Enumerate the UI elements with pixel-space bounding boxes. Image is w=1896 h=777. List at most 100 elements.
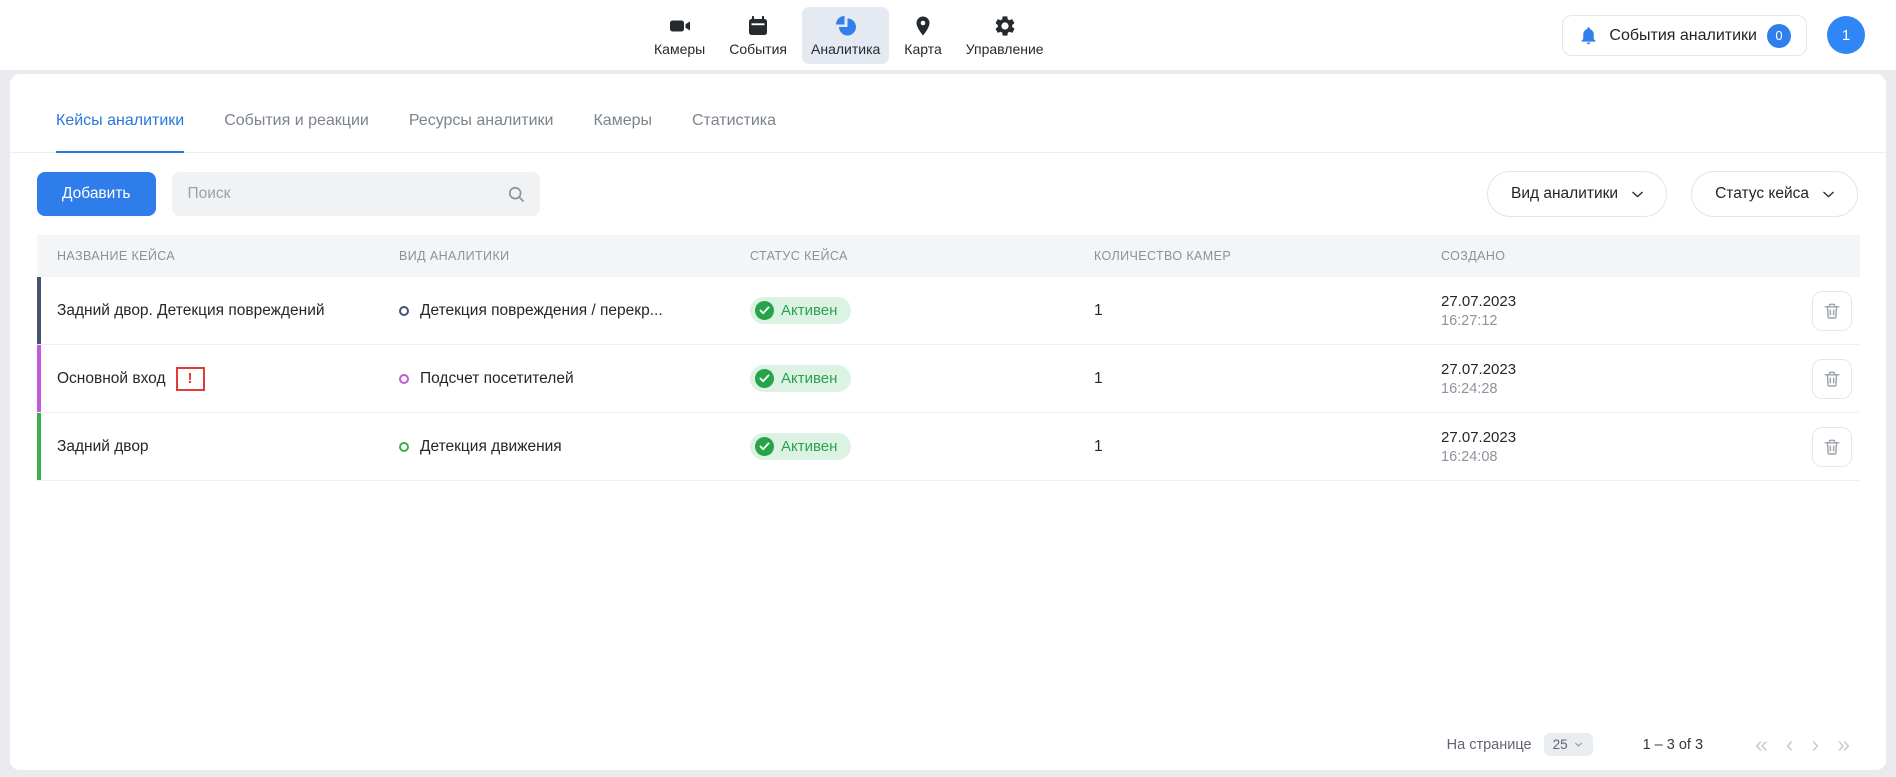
filter-label: Вид аналитики (1511, 185, 1618, 203)
camera-count: 1 (1094, 302, 1441, 320)
user-avatar[interactable]: 1 (1827, 16, 1865, 54)
analytics-type-icon (399, 442, 409, 452)
tab-cameras[interactable]: Камеры (593, 112, 652, 152)
nav-label: События (729, 41, 787, 57)
analytics-type: Детекция повреждения / перекр... (420, 302, 663, 320)
table-header: НАЗВАНИЕ КЕЙСА ВИД АНАЛИТИКИ СТАТУС КЕЙС… (37, 235, 1860, 277)
tab-statistics[interactable]: Статистика (692, 112, 776, 152)
status-badge: Активен (750, 433, 851, 460)
chevron-down-icon (1573, 739, 1584, 750)
trash-icon (1822, 437, 1842, 457)
case-color-stripe (37, 277, 41, 344)
created-time: 16:24:08 (1441, 449, 1792, 465)
header-case-name: НАЗВАНИЕ КЕЙСА (57, 249, 399, 263)
created-date: 27.07.2023 (1441, 293, 1792, 310)
trash-icon (1822, 301, 1842, 321)
analytics-type: Детекция движения (420, 438, 562, 456)
camera-count: 1 (1094, 370, 1441, 388)
case-status-filter[interactable]: Статус кейса (1691, 171, 1858, 217)
chevron-down-icon (1820, 186, 1837, 203)
camera-icon (668, 14, 692, 38)
delete-button[interactable] (1812, 291, 1852, 331)
case-color-stripe (37, 345, 41, 412)
case-name: Основной вход (57, 370, 166, 388)
top-bar: Камеры События Аналитика Карта Управлени (0, 0, 1896, 70)
created-cell: 27.07.2023 16:24:28 (1441, 361, 1792, 397)
per-page-label: На странице (1447, 737, 1532, 753)
nav-item-management[interactable]: Управление (957, 7, 1053, 64)
header-case-status: СТАТУС КЕЙСА (750, 249, 1094, 263)
nav-item-analytics[interactable]: Аналитика (802, 7, 889, 64)
delete-button[interactable] (1812, 427, 1852, 467)
camera-count: 1 (1094, 438, 1441, 456)
case-name: Задний двор (57, 438, 149, 456)
chevron-down-icon (1629, 186, 1646, 203)
main-nav: Камеры События Аналитика Карта Управлени (645, 0, 1053, 70)
case-color-stripe (37, 413, 41, 480)
events-icon (746, 14, 770, 38)
analytics-type-filter[interactable]: Вид аналитики (1487, 171, 1667, 217)
events-button-label: События аналитики (1609, 27, 1757, 45)
per-page-value: 25 (1553, 737, 1568, 752)
events-count-badge: 0 (1767, 24, 1791, 48)
search-box (172, 172, 540, 216)
delete-button[interactable] (1812, 359, 1852, 399)
analytics-icon (834, 14, 858, 38)
toolbar: Добавить Вид аналитики Статус кейса (10, 171, 1886, 217)
settings-icon (993, 14, 1017, 38)
created-date: 27.07.2023 (1441, 429, 1792, 446)
created-cell: 27.07.2023 16:27:12 (1441, 293, 1792, 329)
header-camera-count: КОЛИЧЕСТВО КАМЕР (1094, 249, 1441, 263)
nav-label: Камеры (654, 41, 705, 57)
tab-analytics-cases[interactable]: Кейсы аналитики (56, 112, 184, 153)
filter-label: Статус кейса (1715, 185, 1809, 203)
check-icon (755, 437, 774, 456)
nav-label: Управление (966, 41, 1044, 57)
nav-label: Карта (904, 41, 941, 57)
tabs: Кейсы аналитики События и реакции Ресурс… (10, 74, 1886, 153)
trash-icon (1822, 369, 1842, 389)
table-row[interactable]: Задний двор. Детекция повреждений Детекц… (37, 277, 1860, 345)
add-button[interactable]: Добавить (37, 172, 156, 216)
created-time: 16:24:28 (1441, 381, 1792, 397)
status-label: Активен (781, 438, 837, 455)
nav-item-cameras[interactable]: Камеры (645, 7, 714, 64)
tab-events-reactions[interactable]: События и реакции (224, 112, 369, 152)
warning-annotation-box: ! (176, 367, 205, 391)
status-label: Активен (781, 370, 837, 387)
cases-table: НАЗВАНИЕ КЕЙСА ВИД АНАЛИТИКИ СТАТУС КЕЙС… (37, 235, 1860, 481)
per-page-select[interactable]: 25 (1544, 733, 1593, 756)
next-page-icon[interactable]: › (1812, 733, 1820, 756)
created-time: 16:27:12 (1441, 313, 1792, 329)
nav-item-map[interactable]: Карта (895, 7, 950, 64)
pager-controls: « ‹ › » (1755, 733, 1850, 756)
case-name: Задний двор. Детекция повреждений (57, 302, 325, 320)
table-row[interactable]: Основной вход ! Подсчет посетителей Акти… (37, 345, 1860, 413)
header-analytics-type: ВИД АНАЛИТИКИ (399, 249, 750, 263)
search-input[interactable] (172, 172, 540, 216)
first-page-icon[interactable]: « (1755, 733, 1768, 756)
check-icon (755, 301, 774, 320)
pagination-range: 1 – 3 of 3 (1643, 737, 1703, 753)
warning-icon: ! (188, 370, 193, 387)
pagination-bar: На странице 25 1 – 3 of 3 « ‹ › » (1447, 733, 1850, 756)
check-icon (755, 369, 774, 388)
status-label: Активен (781, 302, 837, 319)
prev-page-icon[interactable]: ‹ (1786, 733, 1794, 756)
status-badge: Активен (750, 365, 851, 392)
search-icon (506, 184, 526, 209)
table-row[interactable]: Задний двор Детекция движения Активен 1 … (37, 413, 1860, 481)
analytics-events-button[interactable]: События аналитики 0 (1562, 15, 1807, 56)
last-page-icon[interactable]: » (1837, 733, 1850, 756)
analytics-type: Подсчет посетителей (420, 370, 574, 388)
bell-icon (1578, 25, 1599, 46)
nav-label: Аналитика (811, 41, 880, 57)
content-card: Кейсы аналитики События и реакции Ресурс… (10, 74, 1886, 770)
map-icon (911, 14, 935, 38)
status-badge: Активен (750, 297, 851, 324)
nav-item-events[interactable]: События (720, 7, 796, 64)
tab-analytics-resources[interactable]: Ресурсы аналитики (409, 112, 554, 152)
analytics-type-icon (399, 374, 409, 384)
header-created: СОЗДАНО (1441, 249, 1792, 263)
analytics-type-icon (399, 306, 409, 316)
